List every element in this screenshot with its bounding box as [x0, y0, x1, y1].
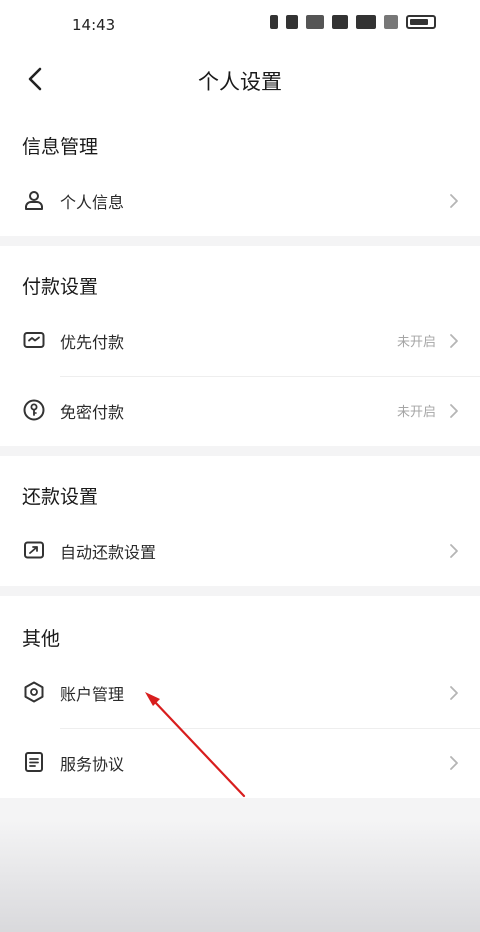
- status-time: 14:43: [72, 16, 116, 34]
- page-title: 个人设置: [198, 70, 282, 94]
- network-speed-icon: [306, 15, 324, 29]
- section-title: 其他: [22, 628, 61, 650]
- chevron-right-icon: [450, 404, 458, 418]
- wifi-icon: [384, 15, 398, 29]
- nfc-icon: [270, 15, 278, 29]
- row-label: 服务协议: [60, 755, 125, 774]
- chevron-right-icon: [450, 686, 458, 700]
- row-personal-info[interactable]: 个人信息: [0, 166, 480, 236]
- chevron-right-icon: [450, 334, 458, 348]
- row-label: 账户管理: [60, 685, 125, 704]
- repay-icon: [24, 541, 44, 559]
- shield-icon: [24, 681, 44, 703]
- key-icon: [23, 399, 45, 421]
- card-icon: [23, 332, 45, 348]
- row-auto-repayment[interactable]: 自动还款设置: [0, 516, 480, 586]
- chevron-right-icon: [450, 194, 458, 208]
- row-password-free-payment[interactable]: 免密付款 未开启: [0, 376, 480, 446]
- section-repayment-settings: 还款设置 自动还款设置: [0, 456, 480, 586]
- section-info-management: 信息管理 个人信息: [0, 106, 480, 236]
- row-label: 自动还款设置: [60, 543, 157, 562]
- bottom-fade: [0, 820, 480, 932]
- row-priority-payment[interactable]: 优先付款 未开启: [0, 306, 480, 376]
- row-account-management[interactable]: 账户管理: [0, 658, 480, 728]
- status-icons: [270, 15, 436, 29]
- row-service-agreement[interactable]: 服务协议: [0, 728, 480, 798]
- section-payment-settings: 付款设置 优先付款 未开启 免密付款 未开启: [0, 246, 480, 446]
- row-label: 免密付款: [60, 403, 125, 422]
- section-title: 付款设置: [22, 276, 99, 298]
- chevron-right-icon: [450, 544, 458, 558]
- document-icon: [25, 752, 43, 772]
- status-bar: 14:43: [0, 0, 480, 54]
- vibrate-icon: [286, 15, 298, 29]
- battery-icon: [406, 15, 436, 29]
- status-text: 未开启: [396, 405, 436, 420]
- nav-bar: 个人设置: [0, 54, 480, 106]
- signal-icon: [356, 15, 376, 29]
- section-other: 其他 账户管理 服务协议: [0, 596, 480, 798]
- row-label: 个人信息: [60, 193, 125, 212]
- chevron-right-icon: [450, 756, 458, 770]
- row-label: 优先付款: [60, 333, 125, 352]
- section-title: 还款设置: [22, 486, 99, 508]
- status-text: 未开启: [396, 335, 436, 350]
- person-icon: [25, 191, 43, 210]
- hd-icon: [332, 15, 348, 29]
- section-title: 信息管理: [22, 136, 99, 158]
